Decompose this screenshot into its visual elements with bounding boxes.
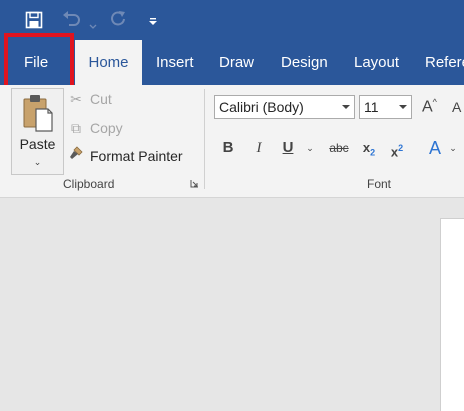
document-area <box>0 198 464 411</box>
copy-label: Copy <box>90 120 123 136</box>
format-painter-label: Format Painter <box>90 148 183 164</box>
group-divider <box>204 89 205 189</box>
grow-font-label: A <box>422 98 433 116</box>
underline-button[interactable]: U <box>281 138 295 158</box>
undo-dropdown-icon[interactable] <box>89 17 97 35</box>
copy-button[interactable]: ⧉ Copy <box>66 117 123 139</box>
strikethrough-button[interactable]: abc <box>327 138 351 158</box>
paste-label: Paste <box>19 136 56 152</box>
clipboard-group-label: Clipboard <box>63 177 115 191</box>
cut-button[interactable]: ✂ Cut <box>66 88 112 110</box>
file-tab-highlight <box>4 33 74 89</box>
paste-button[interactable]: Paste ⌄ <box>11 88 64 175</box>
subscript-mark: 2 <box>370 147 376 158</box>
shrink-font-button[interactable]: A <box>452 99 461 115</box>
document-page[interactable] <box>440 218 464 411</box>
tab-draw[interactable]: Draw <box>219 40 254 85</box>
grow-font-button[interactable]: A^ <box>422 97 437 116</box>
chevron-down-icon <box>399 105 407 109</box>
bold-button[interactable]: B <box>221 138 235 158</box>
redo-icon[interactable] <box>109 10 127 33</box>
chevron-down-icon[interactable]: ⌄ <box>305 138 315 158</box>
scissors-icon: ✂ <box>70 91 82 107</box>
save-icon[interactable] <box>25 11 43 34</box>
font-name-select[interactable]: Calibri (Body) <box>214 95 355 119</box>
tab-layout[interactable]: Layout <box>354 40 399 85</box>
format-painter-button[interactable]: Format Painter <box>66 145 183 167</box>
tab-references[interactable]: Refere <box>425 40 464 85</box>
customize-qat-icon[interactable] <box>148 14 158 32</box>
subscript-button[interactable]: x2 <box>360 138 378 158</box>
caret-up-icon: ^ <box>432 97 437 107</box>
shrink-font-label: A <box>452 99 462 115</box>
font-size-value: 11 <box>364 99 379 115</box>
undo-icon[interactable] <box>61 10 81 33</box>
clipboard-paste-icon <box>22 93 54 138</box>
tab-insert[interactable]: Insert <box>156 40 194 85</box>
ribbon-home: Paste ⌄ ✂ Cut ⧉ Copy Format Painter Clipbo… <box>0 85 464 198</box>
copy-icon: ⧉ <box>71 120 81 136</box>
superscript-mark: 2 <box>398 143 404 153</box>
chevron-down-icon[interactable]: ⌄ <box>12 157 63 168</box>
font-group-label: Font <box>367 177 392 191</box>
text-effects-button[interactable]: A <box>426 138 444 158</box>
chevron-down-icon[interactable]: ⌄ <box>448 138 458 158</box>
paintbrush-icon <box>66 145 86 167</box>
chevron-down-icon <box>342 105 350 109</box>
tab-home[interactable]: Home <box>75 40 142 85</box>
font-name-value: Calibri (Body) <box>219 99 304 115</box>
cut-label: Cut <box>90 91 112 107</box>
dialog-launcher-icon[interactable] <box>190 179 199 188</box>
superscript-button[interactable]: x2 <box>388 138 406 159</box>
tab-design[interactable]: Design <box>281 40 328 85</box>
italic-button[interactable]: I <box>252 138 266 158</box>
font-size-select[interactable]: 11 <box>359 95 412 119</box>
